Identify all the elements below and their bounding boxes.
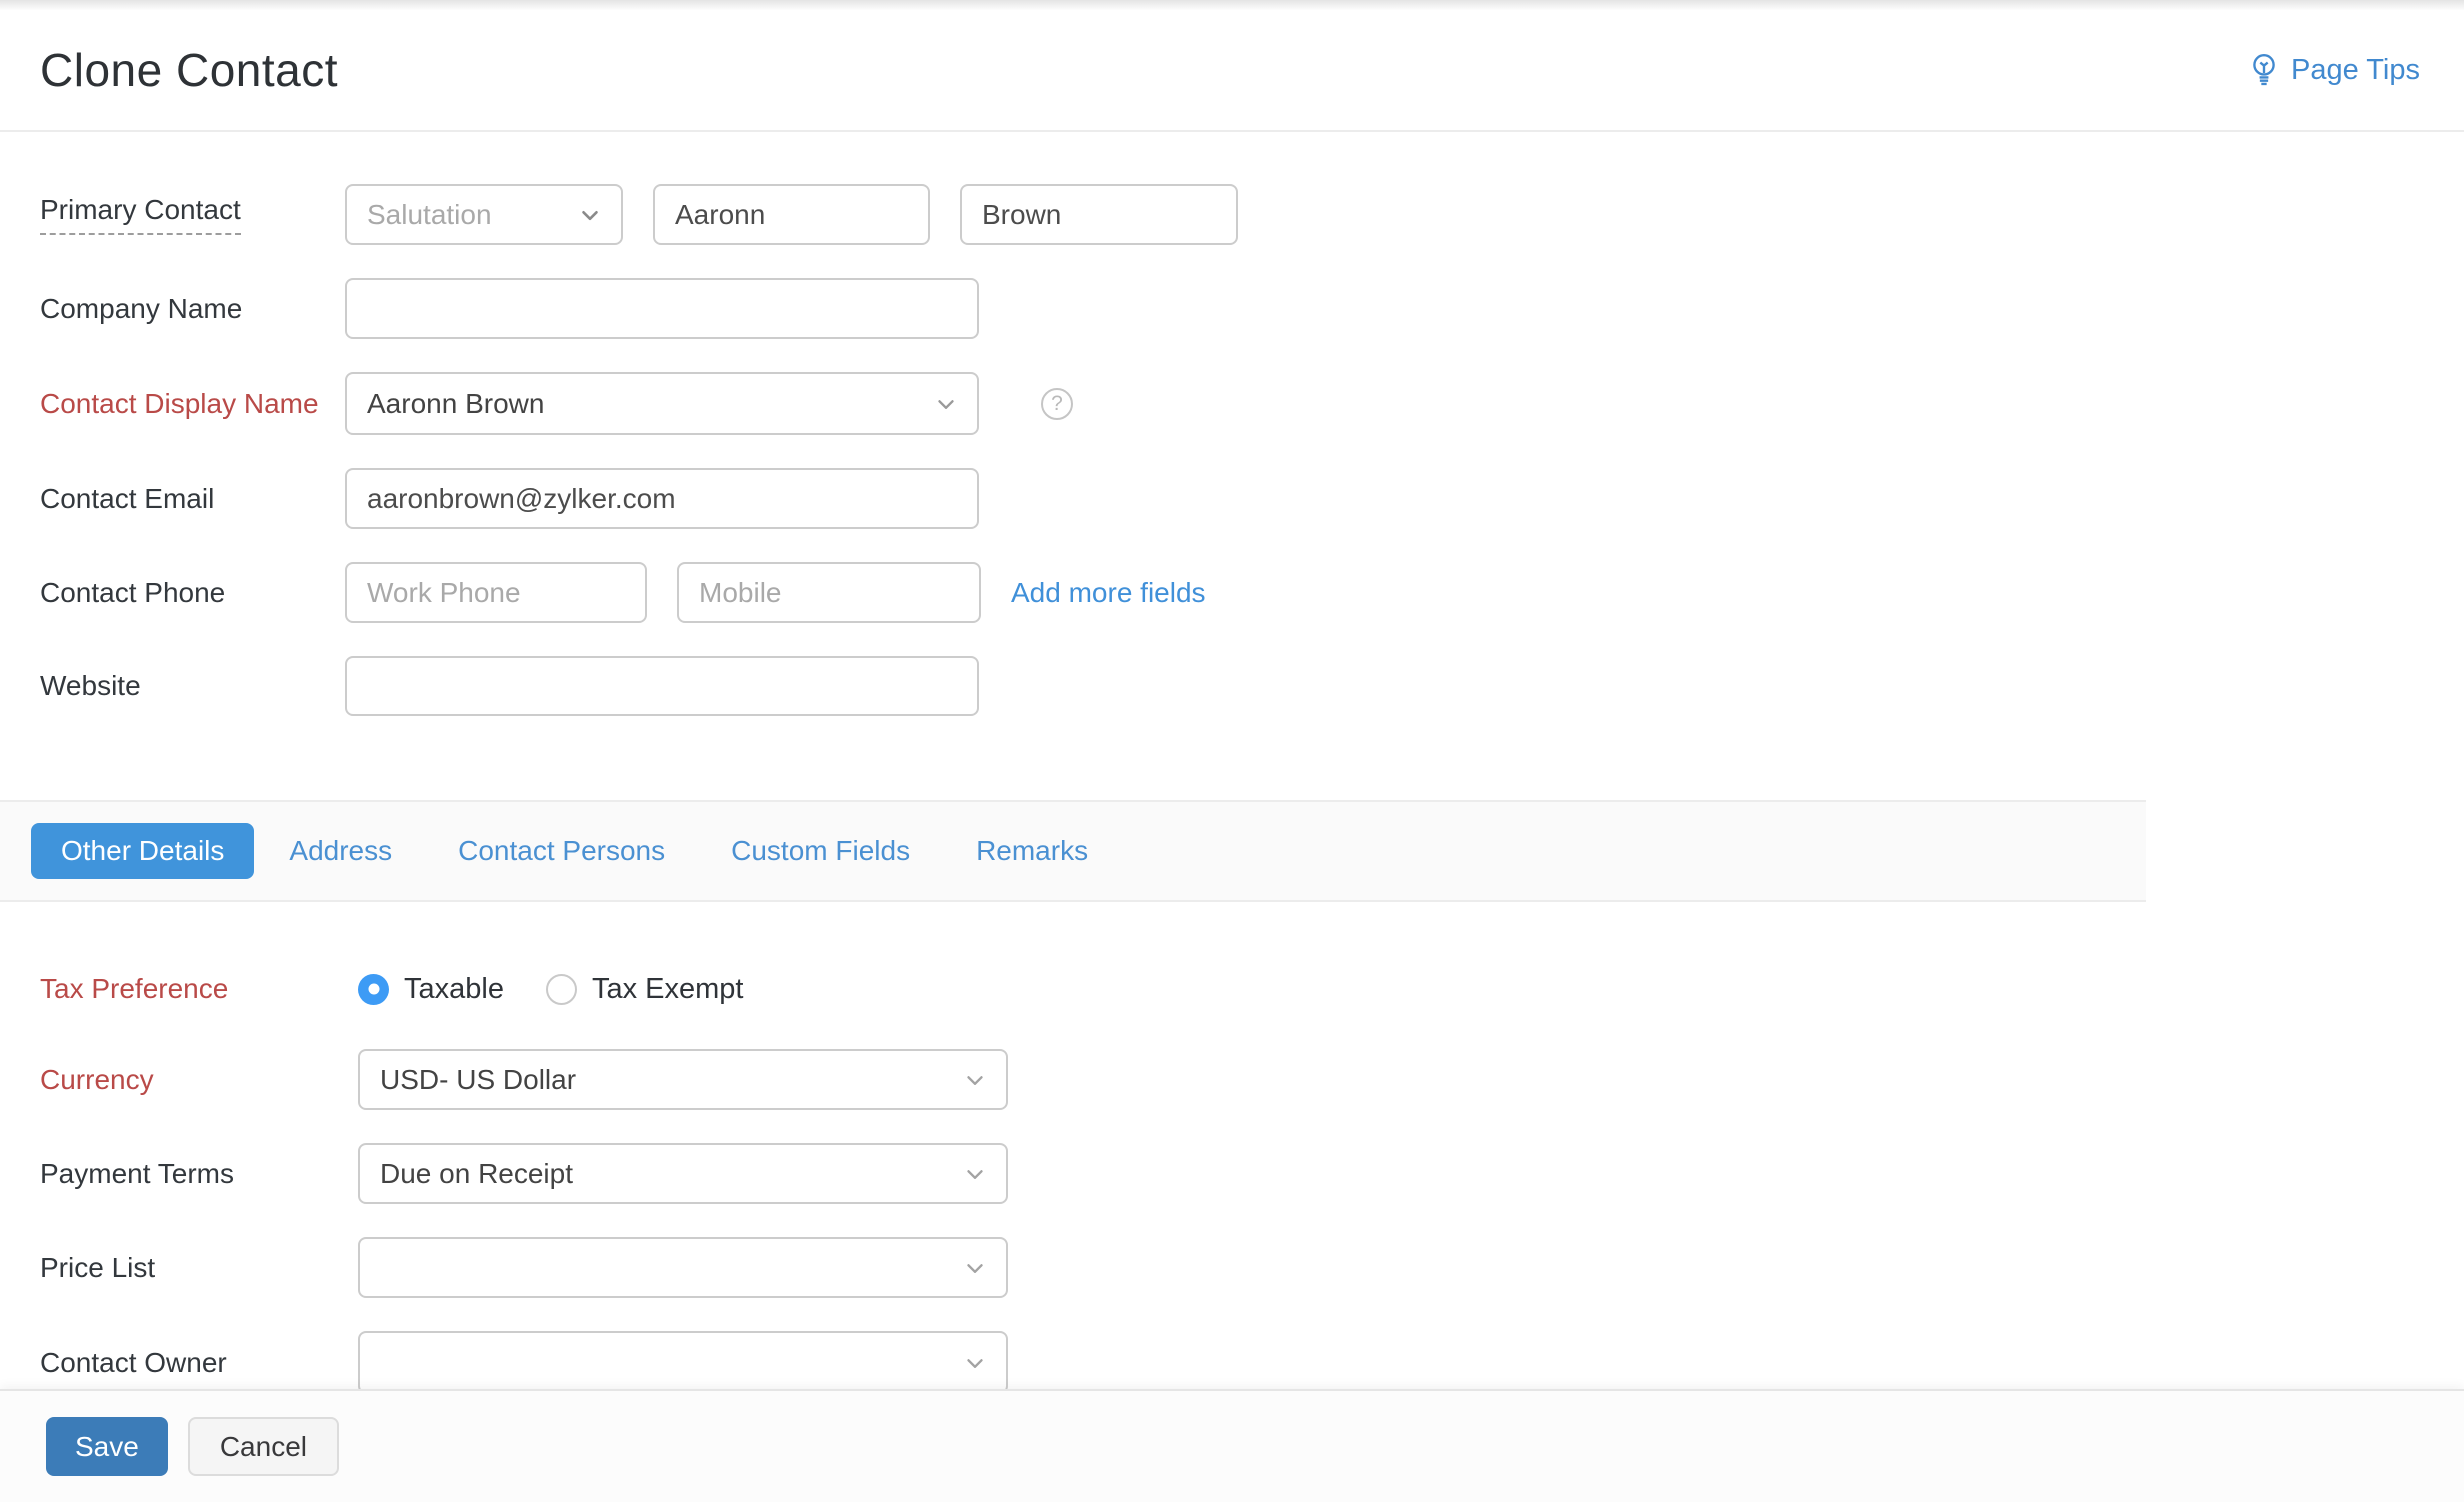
contact-email-row: Contact Email xyxy=(0,468,2464,529)
website-label: Website xyxy=(40,670,141,701)
contact-phone-label: Contact Phone xyxy=(40,576,226,608)
company-name-label: Company Name xyxy=(40,292,243,324)
currency-label: Currency xyxy=(40,1063,154,1095)
primary-contact-row: Primary Contact Salutation xyxy=(0,184,2464,245)
payment-terms-row: Payment Terms Due on Receipt xyxy=(0,1143,2464,1204)
payment-terms-select-value: Due on Receipt xyxy=(380,1157,574,1189)
contact-display-name-select[interactable]: Aaronn Brown xyxy=(345,372,979,435)
tax-preference-row: Tax Preference Taxable Tax Exempt xyxy=(0,959,2464,1019)
price-list-label: Price List xyxy=(40,1251,156,1283)
currency-select[interactable]: USD- US Dollar xyxy=(358,1049,1008,1110)
tab-other-details[interactable]: Other Details xyxy=(31,823,255,879)
contact-display-name-row: Contact Display Name Aaronn Brown ? xyxy=(0,372,2464,435)
page-header: Clone Contact Page Tips xyxy=(0,10,2464,132)
contact-owner-select[interactable] xyxy=(358,1331,1008,1394)
contact-display-name-value: Aaronn Brown xyxy=(367,387,545,419)
website-row: Website xyxy=(0,656,2464,716)
chevron-down-icon xyxy=(962,1350,988,1376)
save-button[interactable]: Save xyxy=(46,1417,168,1476)
first-name-input[interactable] xyxy=(653,184,930,245)
radio-unselected-icon xyxy=(545,973,577,1005)
tax-exempt-radio[interactable]: Tax Exempt xyxy=(545,973,743,1006)
website-input[interactable] xyxy=(345,656,979,716)
cancel-button[interactable]: Cancel xyxy=(187,1417,339,1476)
mobile-phone-input[interactable] xyxy=(677,562,981,623)
tax-preference-label: Tax Preference xyxy=(40,973,229,1004)
contact-display-name-label: Contact Display Name xyxy=(40,387,319,419)
tab-contact-persons[interactable]: Contact Persons xyxy=(458,835,665,867)
contact-email-input[interactable] xyxy=(345,468,979,529)
price-list-select[interactable] xyxy=(358,1237,1008,1298)
currency-select-value: USD- US Dollar xyxy=(380,1063,577,1095)
payment-terms-select[interactable]: Due on Receipt xyxy=(358,1143,1008,1204)
other-details-section: Tax Preference Taxable Tax Exempt Curren… xyxy=(0,902,2464,1394)
tab-remarks[interactable]: Remarks xyxy=(976,835,1088,867)
currency-row: Currency USD- US Dollar xyxy=(0,1049,2464,1110)
contact-owner-label: Contact Owner xyxy=(40,1346,227,1378)
last-name-input[interactable] xyxy=(960,184,1238,245)
lightbulb-icon xyxy=(2249,53,2279,87)
action-footer: Save Cancel xyxy=(0,1389,2464,1502)
page-title: Clone Contact xyxy=(40,44,338,96)
page-tips-label: Page Tips xyxy=(2291,53,2420,86)
radio-selected-icon xyxy=(358,973,389,1005)
chevron-down-icon xyxy=(933,391,959,417)
salutation-select[interactable]: Salutation xyxy=(345,184,623,245)
chevron-down-icon xyxy=(962,1067,988,1093)
price-list-row: Price List xyxy=(0,1237,2464,1298)
question-circle-icon[interactable]: ? xyxy=(1041,387,1073,420)
payment-terms-label: Payment Terms xyxy=(40,1157,234,1189)
chevron-down-icon xyxy=(577,202,603,228)
tab-address[interactable]: Address xyxy=(289,835,392,867)
detail-tabs: Other Details Address Contact Persons Cu… xyxy=(0,800,2146,902)
contact-basic-section: Primary Contact Salutation Company Name … xyxy=(0,132,2464,716)
contact-email-label: Contact Email xyxy=(40,482,215,514)
contact-owner-row: Contact Owner xyxy=(0,1331,2464,1394)
primary-contact-label: Primary Contact xyxy=(0,194,345,235)
salutation-select-value: Salutation xyxy=(367,198,492,230)
page-tips-link[interactable]: Page Tips xyxy=(2249,53,2420,87)
taxable-radio[interactable]: Taxable xyxy=(358,973,504,1006)
top-shadow-strip xyxy=(0,0,2464,10)
chevron-down-icon xyxy=(962,1161,988,1187)
work-phone-input[interactable] xyxy=(345,562,647,623)
tab-custom-fields[interactable]: Custom Fields xyxy=(731,835,910,867)
company-name-input[interactable] xyxy=(345,278,979,339)
add-more-fields-link[interactable]: Add more fields xyxy=(1011,577,1206,609)
chevron-down-icon xyxy=(962,1255,988,1281)
company-name-row: Company Name xyxy=(0,278,2464,339)
contact-phone-row: Contact Phone Add more fields xyxy=(0,562,2464,623)
